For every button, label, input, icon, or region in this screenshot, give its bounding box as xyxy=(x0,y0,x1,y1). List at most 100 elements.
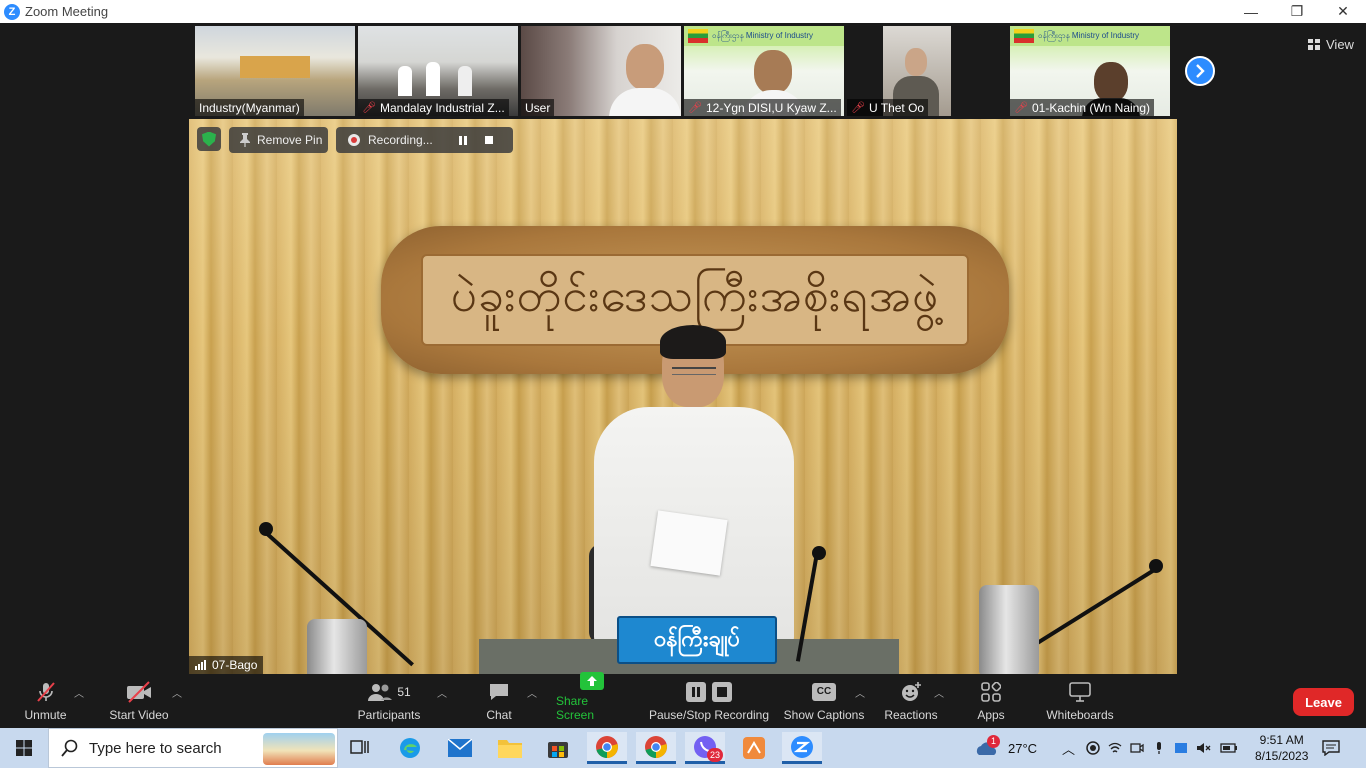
restore-button[interactable]: ❐ xyxy=(1274,0,1320,23)
speaker-glasses xyxy=(672,367,716,375)
thumbnail-name: 🎤︎ 12-Ygn DISI,U Kyaw Z... xyxy=(684,99,841,116)
taskbar-chrome-2[interactable] xyxy=(636,732,676,764)
security-badge[interactable] xyxy=(197,127,221,151)
paper-sheet xyxy=(650,510,728,576)
signal-bars-icon xyxy=(195,660,206,670)
whiteboards-button[interactable]: Whiteboards xyxy=(1042,677,1118,728)
participants-button[interactable]: 51 Participants xyxy=(356,677,422,728)
notifications-button[interactable] xyxy=(1322,728,1340,768)
reactions-caret-icon[interactable]: ︿ xyxy=(934,685,944,700)
camera-tray-icon[interactable] xyxy=(1130,741,1144,755)
taskbar-chrome-1[interactable] xyxy=(587,732,627,764)
clock[interactable]: 9:51 AM 8/15/2023 xyxy=(1255,728,1308,768)
pause-icon xyxy=(459,135,467,145)
thumbnail-name: Industry(Myanmar) xyxy=(195,99,304,116)
unmute-button[interactable]: Unmute xyxy=(18,677,73,728)
participants-caret-icon[interactable]: ︿ xyxy=(437,685,447,700)
search-highlight-illustration xyxy=(263,733,335,765)
chat-button[interactable]: Chat xyxy=(480,677,518,728)
apps-button[interactable]: Apps xyxy=(972,677,1010,728)
speaker-name: 07-Bago xyxy=(212,658,258,672)
speaker-hair xyxy=(660,325,726,359)
store-icon xyxy=(548,742,568,758)
task-view-icon xyxy=(350,740,369,754)
start-video-button[interactable]: Start Video xyxy=(103,677,175,728)
person-face xyxy=(626,44,664,90)
main-video[interactable]: ပဲခူးတိုင်းဒေသကြီးအစိုးရအဖွဲ့ ဝန်ကြီးချု… xyxy=(189,119,1177,674)
person-figure xyxy=(398,66,412,96)
taskbar-mail[interactable] xyxy=(440,732,480,764)
recording-dot-icon xyxy=(348,134,360,146)
thumbnail-tile[interactable]: 🎤︎ U Thet Oo xyxy=(847,26,1007,116)
view-label: View xyxy=(1326,36,1354,52)
audio-options-caret-icon[interactable]: ︿ xyxy=(74,685,84,700)
thumbnail-tile[interactable]: ဝန်ကြီးဌာန Ministry of Industry 🎤︎ 12-Ygn… xyxy=(684,26,844,116)
search-placeholder: Type here to search xyxy=(89,739,222,757)
video-options-caret-icon[interactable]: ︿ xyxy=(172,685,182,700)
taskbar-edge[interactable] xyxy=(390,732,430,764)
next-page-button[interactable] xyxy=(1185,56,1215,86)
windows-logo-icon xyxy=(16,740,32,756)
reactions-button[interactable]: Reactions xyxy=(883,677,939,728)
microphone-head xyxy=(812,546,826,560)
thumbnail-name: 🎤︎ 01-Kachin (Wn Naing) xyxy=(1010,99,1155,116)
captions-caret-icon[interactable]: ︿ xyxy=(855,685,865,700)
share-screen-button[interactable]: Share Screen xyxy=(556,672,628,728)
temperature-label: 27°C xyxy=(1008,740,1038,756)
share-screen-icon xyxy=(580,672,604,690)
mic-muted-icon: 🎤︎ xyxy=(1014,102,1028,114)
thermos xyxy=(979,585,1039,674)
meeting-stage: Industry(Myanmar) 🎤︎ Mandalay Industrial … xyxy=(0,23,1366,677)
mail-icon xyxy=(448,739,472,757)
record-tray-icon[interactable] xyxy=(1086,741,1100,755)
chat-label: Chat xyxy=(486,708,512,722)
search-icon xyxy=(61,739,78,757)
battery-icon[interactable] xyxy=(1220,742,1238,754)
taskbar-orange-app[interactable] xyxy=(734,732,774,764)
person-shirt xyxy=(609,88,681,116)
edge-icon xyxy=(400,738,420,758)
start-button[interactable] xyxy=(0,728,48,768)
close-button[interactable]: ✕ xyxy=(1320,0,1366,23)
folder-icon xyxy=(498,740,522,758)
chat-caret-icon[interactable]: ︿ xyxy=(527,685,537,700)
mic-muted-icon: 🎤︎ xyxy=(688,102,702,114)
pause-stop-recording-button[interactable]: Pause/Stop Recording xyxy=(648,677,770,728)
stop-recording-button[interactable] xyxy=(476,127,502,153)
taskbar-file-explorer[interactable] xyxy=(490,732,530,764)
thumbnail-tile[interactable]: 🎤︎ Mandalay Industrial Z... xyxy=(358,26,518,116)
shield-icon xyxy=(202,131,216,147)
window-title: Zoom Meeting xyxy=(25,4,109,19)
microphone-head xyxy=(259,522,273,536)
leave-button[interactable]: Leave xyxy=(1293,688,1354,716)
taskbar-store[interactable] xyxy=(538,732,578,764)
thumbnail-tile[interactable]: ဝန်ကြီးဌာန Ministry of Industry 🎤︎ 01-Kac… xyxy=(1010,26,1170,116)
microphone-tray-icon[interactable] xyxy=(1152,741,1166,755)
active-speaker-label: 07-Bago xyxy=(189,656,264,674)
windows-taskbar: Type here to search 23 1 27°C ︿ 9:51 AM … xyxy=(0,728,1366,768)
show-captions-button[interactable]: CC Show Captions xyxy=(783,677,865,728)
taskbar-zoom[interactable] xyxy=(782,732,822,764)
view-button[interactable]: View xyxy=(1302,33,1360,55)
tray-icons xyxy=(1086,728,1238,768)
taskbar-search-box[interactable]: Type here to search xyxy=(48,728,338,768)
participants-label: Participants xyxy=(357,708,421,722)
notification-icon xyxy=(1322,740,1340,756)
thumbnail-tile[interactable]: Industry(Myanmar) xyxy=(195,26,355,116)
zoom-icon xyxy=(791,735,813,758)
thumbnail-tile[interactable]: User xyxy=(521,26,681,116)
task-view-button[interactable] xyxy=(340,732,380,764)
thumbnail-name: User xyxy=(521,99,555,116)
minimize-button[interactable]: — xyxy=(1228,0,1274,23)
weather-widget[interactable]: 1 27°C xyxy=(974,728,1037,768)
volume-muted-icon[interactable] xyxy=(1196,741,1212,755)
pause-recording-button[interactable] xyxy=(450,127,476,153)
network-tray-icon[interactable] xyxy=(1174,741,1188,755)
wifi-icon[interactable] xyxy=(1108,741,1122,755)
pause-stop-recording-label: Pause/Stop Recording xyxy=(648,708,770,722)
tray-overflow-button[interactable]: ︿ xyxy=(1062,728,1075,768)
taskbar-viber[interactable]: 23 xyxy=(685,732,725,764)
chrome-icon xyxy=(645,735,667,758)
remove-pin-button[interactable]: Remove Pin xyxy=(229,127,328,153)
ministry-banner-text: ဝန်ကြီးဌာန Ministry of Industry xyxy=(712,31,814,40)
